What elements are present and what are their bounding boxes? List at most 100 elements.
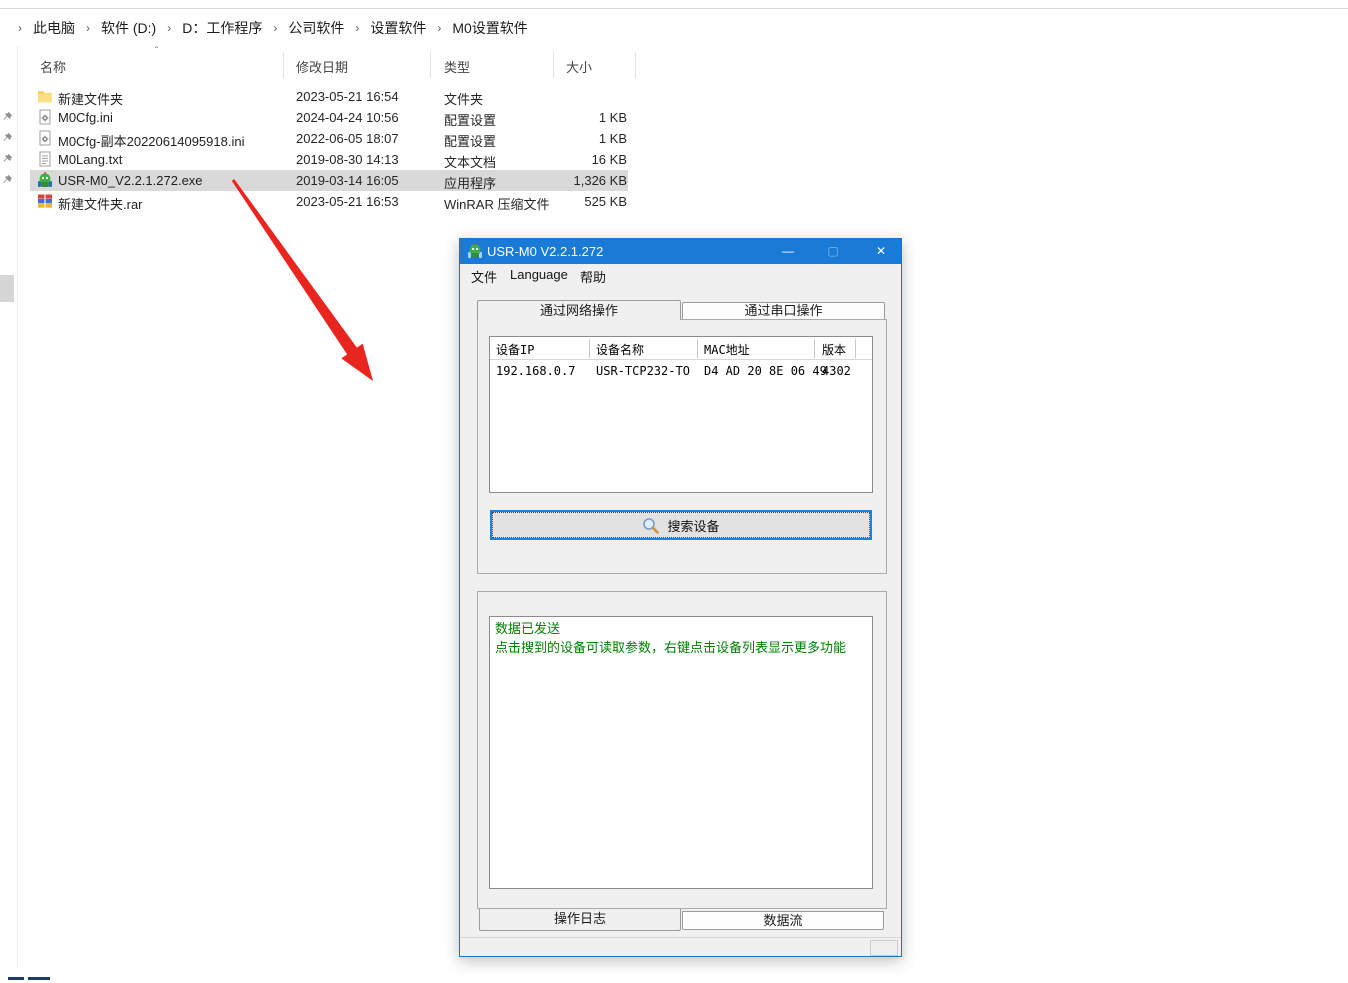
breadcrumb-setup-software[interactable]: 设置软件 — [370, 18, 426, 38]
chevron-right-icon: › — [437, 21, 441, 35]
menu-file[interactable]: 文件 — [471, 267, 497, 286]
nav-scrollbar-thumb[interactable] — [0, 275, 14, 302]
winrar-icon — [37, 193, 53, 209]
file-size: 1 KB — [527, 110, 627, 125]
device-ip[interactable]: 192.168.0.7 — [496, 364, 575, 378]
file-name: 新建文件夹.rar — [58, 194, 143, 213]
breadcrumb-company-software[interactable]: 公司软件 — [288, 18, 344, 38]
device-name[interactable]: USR-TCP232-TO — [596, 364, 690, 378]
file-row-folder[interactable]: 新建文件夹 2023-05-21 16:54 文件夹 — [0, 86, 660, 107]
column-divider — [589, 339, 590, 358]
menu-help[interactable]: 帮助 — [580, 267, 606, 286]
column-divider[interactable] — [553, 52, 554, 78]
file-type: 应用程序 — [444, 173, 496, 192]
file-type: 文件夹 — [444, 89, 483, 108]
column-header-size[interactable]: 大小 — [566, 57, 592, 76]
file-size: 16 KB — [527, 152, 627, 167]
file-name: 新建文件夹 — [58, 89, 123, 108]
search-device-label: 搜索设备 — [667, 516, 719, 535]
device-mac[interactable]: D4 AD 20 8E 06 49 — [704, 364, 827, 378]
device-col-ip[interactable]: 设备IP — [496, 341, 534, 358]
file-type: 文本文档 — [444, 152, 496, 171]
file-date: 2023-05-21 16:54 — [296, 89, 399, 104]
column-header-type[interactable]: 类型 — [444, 57, 470, 76]
breadcrumb: › 此电脑 › 软件 (D:) › D：工作程序 › 公司软件 › 设置软件 ›… — [0, 9, 1348, 46]
column-divider[interactable] — [635, 52, 636, 78]
dialog-menubar: 文件 Language 帮助 — [460, 264, 901, 286]
device-col-mac[interactable]: MAC地址 — [704, 341, 750, 358]
ini-file-icon — [37, 130, 53, 146]
menu-language[interactable]: Language — [510, 267, 568, 282]
column-divider — [855, 339, 856, 358]
file-name: M0Lang.txt — [58, 152, 122, 167]
folder-icon — [37, 88, 53, 104]
file-size: 525 KB — [527, 194, 627, 209]
pushpin-icon — [2, 174, 13, 185]
tab-network-operation[interactable]: 通过网络操作 — [477, 300, 681, 320]
chevron-right-icon: › — [18, 21, 22, 35]
device-list[interactable]: 设备IP 设备名称 MAC地址 版本 192.168.0.7 USR-TCP23… — [489, 336, 873, 493]
file-date: 2019-03-14 16:05 — [296, 173, 399, 188]
ini-file-icon — [37, 109, 53, 125]
close-button[interactable]: ✕ — [864, 239, 898, 264]
file-type: 配置设置 — [444, 131, 496, 150]
statusbar-grip — [870, 940, 898, 956]
dialog-statusbar — [460, 937, 901, 956]
device-col-version[interactable]: 版本 — [822, 341, 846, 358]
taskbar-remnant — [8, 977, 24, 980]
file-row-m0lang-txt[interactable]: M0Lang.txt 2019-08-30 14:13 文本文档 16 KB — [0, 149, 660, 170]
minimize-button[interactable]: — — [771, 239, 805, 264]
chevron-right-icon: › — [273, 21, 277, 35]
maximize-button[interactable]: ▢ — [816, 239, 850, 264]
column-divider — [697, 339, 698, 358]
file-type: 配置设置 — [444, 110, 496, 129]
column-divider[interactable] — [430, 52, 431, 78]
tab-data-stream[interactable]: 数据流 — [682, 911, 884, 930]
file-name: USR-M0_V2.2.1.272.exe — [58, 173, 203, 188]
file-date: 2023-05-21 16:53 — [296, 194, 399, 209]
device-version[interactable]: 4302 — [822, 364, 851, 378]
taskbar-remnant — [28, 977, 50, 980]
file-row-rar[interactable]: 新建文件夹.rar 2023-05-21 16:53 WinRAR 压缩文件 5… — [0, 191, 660, 212]
file-date: 2024-04-24 10:56 — [296, 110, 399, 125]
file-name: M0Cfg-副本20220614095918.ini — [58, 131, 244, 150]
pushpin-icon — [2, 153, 13, 164]
file-size: 1,326 KB — [527, 173, 627, 188]
file-date: 2019-08-30 14:13 — [296, 152, 399, 167]
chevron-right-icon: › — [167, 21, 171, 35]
file-name: M0Cfg.ini — [58, 110, 113, 125]
breadcrumb-m0-setup[interactable]: M0设置软件 — [452, 18, 527, 38]
file-row-usr-m0-exe[interactable]: USR-M0_V2.2.1.272.exe 2019-03-14 16:05 应… — [0, 170, 660, 191]
pushpin-icon — [2, 111, 13, 122]
dialog-titlebar[interactable]: USR-M0 V2.2.1.272 — ▢ ✕ — [460, 239, 901, 264]
tab-operation-log[interactable]: 操作日志 — [479, 909, 681, 931]
column-header-name[interactable]: 名称 — [40, 57, 66, 76]
search-device-button[interactable]: 搜索设备 — [490, 510, 872, 540]
breadcrumb-this-pc[interactable]: 此电脑 — [33, 18, 75, 38]
sort-ascending-icon: ˆ — [155, 46, 158, 57]
magnifier-icon — [642, 517, 659, 534]
file-size: 1 KB — [527, 131, 627, 146]
log-line: 点击搜到的设备可读取参数，右键点击设备列表显示更多功能 — [495, 639, 867, 658]
pushpin-icon — [2, 132, 13, 143]
device-col-name[interactable]: 设备名称 — [596, 341, 644, 358]
usr-app-icon — [467, 243, 483, 259]
breadcrumb-drive-d[interactable]: 软件 (D:) — [101, 18, 156, 38]
dialog-title: USR-M0 V2.2.1.272 — [487, 244, 603, 259]
log-line: 数据已发送 — [495, 620, 867, 639]
chevron-right-icon: › — [86, 21, 90, 35]
header-underline — [490, 359, 872, 360]
file-row-m0cfg-ini[interactable]: M0Cfg.ini 2024-04-24 10:56 配置设置 1 KB — [0, 107, 660, 128]
operation-log-area: 数据已发送 点击搜到的设备可读取参数，右键点击设备列表显示更多功能 — [489, 616, 873, 889]
usr-m0-dialog: USR-M0 V2.2.1.272 — ▢ ✕ 文件 Language 帮助 通… — [459, 238, 902, 957]
chevron-right-icon: › — [355, 21, 359, 35]
breadcrumb-work-folder[interactable]: D：工作程序 — [182, 18, 262, 38]
tab-serial-operation[interactable]: 通过串口操作 — [682, 302, 885, 320]
column-divider[interactable] — [283, 52, 284, 78]
txt-file-icon — [37, 151, 53, 167]
column-divider — [814, 339, 815, 358]
screen: › 此电脑 › 软件 (D:) › D：工作程序 › 公司软件 › 设置软件 ›… — [0, 0, 1348, 983]
column-header-date[interactable]: 修改日期 — [296, 57, 348, 76]
usr-app-icon — [37, 172, 53, 188]
file-row-m0cfg-copy-ini[interactable]: M0Cfg-副本20220614095918.ini 2022-06-05 18… — [0, 128, 660, 149]
